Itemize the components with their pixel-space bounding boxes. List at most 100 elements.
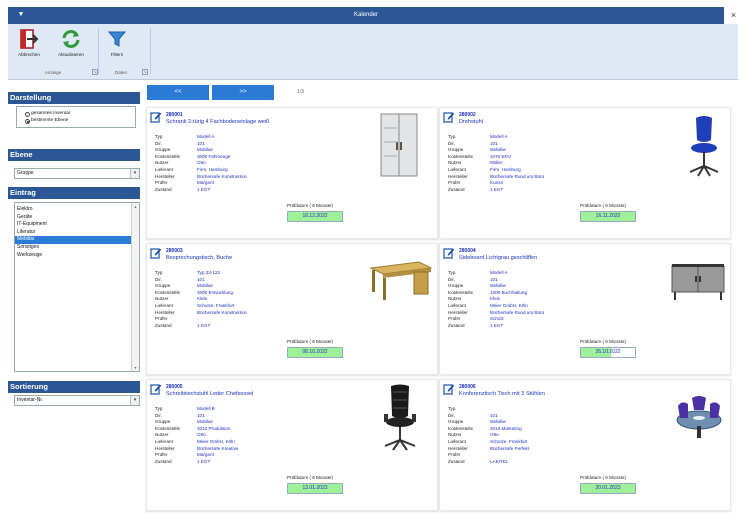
field-row: Gruppe Mobiliar — [155, 419, 238, 426]
group-launcher-daten[interactable]: ↘ — [142, 69, 148, 75]
eintrag-list[interactable]: Elektro Geräte IT-Equipment Literatur Mo… — [14, 202, 140, 372]
field-value: 1000 Buchhaltung — [490, 289, 528, 295]
darstellung-options: gesamtes Inventar bestimmte Ebene — [16, 106, 136, 128]
scroll-up-icon[interactable]: ▴ — [132, 203, 139, 210]
ebene-select[interactable]: Gruppe ▾ — [14, 168, 140, 179]
inventory-number[interactable]: 280006 — [459, 384, 476, 390]
edit-icon[interactable] — [443, 247, 455, 259]
close-button[interactable]: × — [724, 7, 743, 24]
radio-gesamtes-inventar[interactable]: gesamtes Inventar — [17, 110, 135, 117]
field-row: Hersteller Büchersafe Kreative — [155, 446, 238, 453]
field-row: Kostenstelle 2010 Produktion — [155, 426, 238, 433]
list-item[interactable]: Literatur — [15, 229, 139, 237]
field-row: Prüfer Margerit — [155, 180, 247, 187]
pruefdatum-label: Prüfdatum ( 6 Monate) — [580, 475, 626, 480]
field-value: Mobiliar — [490, 147, 507, 153]
field-row: Dir. 101 — [448, 413, 529, 420]
inventory-number[interactable]: 280005 — [166, 384, 183, 390]
field-row: Dir. 101 — [155, 413, 238, 420]
edit-icon[interactable] — [150, 383, 162, 395]
field-value: 101 — [197, 276, 205, 282]
filter-label: Filtern — [110, 52, 124, 57]
field-value: Mobiliar — [490, 283, 507, 289]
field-label: Kostenstelle — [448, 425, 474, 431]
edit-icon[interactable] — [150, 111, 162, 123]
chevron-down-icon[interactable]: ▾ — [130, 169, 139, 178]
next-page-button[interactable]: >> — [212, 85, 274, 100]
cancel-button[interactable]: Abbrechen — [13, 26, 45, 66]
list-item-selected[interactable]: Mobiliar — [15, 236, 139, 244]
refresh-button[interactable]: Aktualisieren — [55, 26, 87, 66]
field-label: Nutzer — [155, 160, 169, 166]
edit-icon[interactable] — [150, 247, 162, 259]
pruefdatum-value: 20.01.2023 — [595, 485, 621, 491]
field-list: Typ Modell A Dir. 101 Gruppe Mobiliar Kostenst… — [155, 134, 247, 193]
list-item[interactable]: Elektro — [15, 206, 139, 214]
field-list: Typ Dir. 101 Gruppe Mobiliar Kostenstelle 2010… — [448, 406, 529, 465]
group-separator — [150, 28, 151, 74]
conference-table-image — [672, 392, 726, 444]
inventory-number[interactable]: 280002 — [459, 112, 476, 118]
pruefdatum-label: Prüfdatum ( 6 Monate) — [287, 475, 333, 480]
inventory-card[interactable]: 280005 Schreibtischstuhl Leder Chefsessel… — [146, 379, 438, 511]
inventory-number[interactable]: 280001 — [166, 112, 183, 118]
field-row: Gruppe Mobiliar — [448, 147, 544, 154]
office-chair-image — [684, 114, 724, 182]
field-label: Typ — [448, 134, 456, 139]
radio-bestimmte-ebene[interactable]: bestimmte Ebene — [17, 117, 135, 124]
field-label: Prüfer — [448, 180, 461, 186]
edit-icon[interactable] — [443, 383, 455, 395]
field-value: Mobiliar — [197, 283, 214, 289]
list-item[interactable]: Werkzeuge — [15, 252, 139, 260]
inventory-number[interactable]: 280004 — [459, 248, 476, 254]
list-item[interactable]: Geräte — [15, 214, 139, 222]
field-label: Gruppe — [155, 419, 171, 425]
sortierung-select[interactable]: Inventar-Nr. ▾ — [14, 395, 140, 406]
field-value: Otto — [197, 432, 206, 438]
pruefdatum-label: Prüfdatum ( 6 Monate) — [580, 203, 626, 208]
previous-page-button[interactable]: << — [147, 85, 209, 100]
field-row: Zustand LAKITEL — [448, 459, 529, 466]
field-value: 101 — [490, 140, 498, 146]
field-list: Typ Modell B Dir. 101 Gruppe Mobiliar Kostenst… — [155, 406, 238, 465]
field-row: Hersteller Büchersafe Konstruktion — [155, 310, 247, 317]
pruefdatum-box: 26.10.2022 — [580, 347, 636, 358]
field-row: Zustand 1 EGT — [448, 187, 544, 194]
list-scrollbar[interactable]: ▴ ▾ — [131, 203, 139, 371]
field-label: Kostenstelle — [155, 425, 181, 431]
inventory-number[interactable]: 280003 — [166, 248, 183, 254]
inventory-card[interactable]: 280004 Sideboard Lichtgrau geschliffen Typ… — [439, 243, 731, 375]
chevron-down-icon[interactable]: ▾ — [130, 396, 139, 405]
scroll-down-icon[interactable]: ▾ — [132, 364, 139, 371]
filter-button[interactable]: Filtern — [101, 26, 133, 66]
field-label: Hersteller — [155, 173, 175, 179]
field-row: Kostenstelle 2000 Entwicklung — [155, 290, 247, 297]
field-list: Typ Modell A Dir. 101 Gruppe Mobiliar Kostenst… — [448, 270, 544, 329]
field-value: Kunze — [490, 180, 504, 186]
list-item[interactable]: Sonstiges — [15, 244, 139, 252]
pruefdatum-box: 16.11.2022 — [580, 211, 636, 222]
edit-icon[interactable] — [443, 111, 455, 123]
field-row: Zustand 1 EGT — [155, 459, 238, 466]
field-value: Modell A — [490, 270, 508, 275]
field-label: Kostenstelle — [448, 289, 474, 295]
field-row: Lieferant Schulze, Frankfurt — [155, 303, 247, 310]
section-eintrag: Eintrag — [8, 187, 140, 199]
inventory-card[interactable]: 280003 Besprechungstisch, Buche Typ Typ 33-… — [146, 243, 438, 375]
inventory-card[interactable]: 280006 Konferenztisch Tisch mit 3 Stühlen… — [439, 379, 731, 511]
pruefdatum-box: 13.01.2023 — [287, 483, 343, 494]
field-label: Gruppe — [448, 419, 464, 425]
field-label: Hersteller — [448, 445, 468, 451]
page-indicator: 1/3 — [297, 89, 304, 95]
field-label: Typ — [155, 406, 163, 411]
field-value: Otto — [197, 160, 206, 166]
list-item[interactable]: IT-Equipment — [15, 221, 139, 229]
field-row: Hersteller Büchersafe Rund um Büro — [448, 310, 544, 317]
field-row: Gruppe Mobiliar — [448, 419, 529, 426]
inventory-card[interactable]: 280002 Drehstuhl Typ Modell A Dir. 101 Gruppe M… — [439, 107, 731, 239]
field-list: Typ Modell A Dir. 101 Gruppe Mobiliar Kostenst… — [448, 134, 544, 193]
inventory-card[interactable]: 280001 Schrank 2-türig 4 Fachbodeneinlage… — [146, 107, 438, 239]
field-row: Zustand 1 EGT — [155, 187, 247, 194]
field-value: Müller — [490, 160, 503, 166]
ebene-value: Gruppe — [17, 170, 34, 176]
